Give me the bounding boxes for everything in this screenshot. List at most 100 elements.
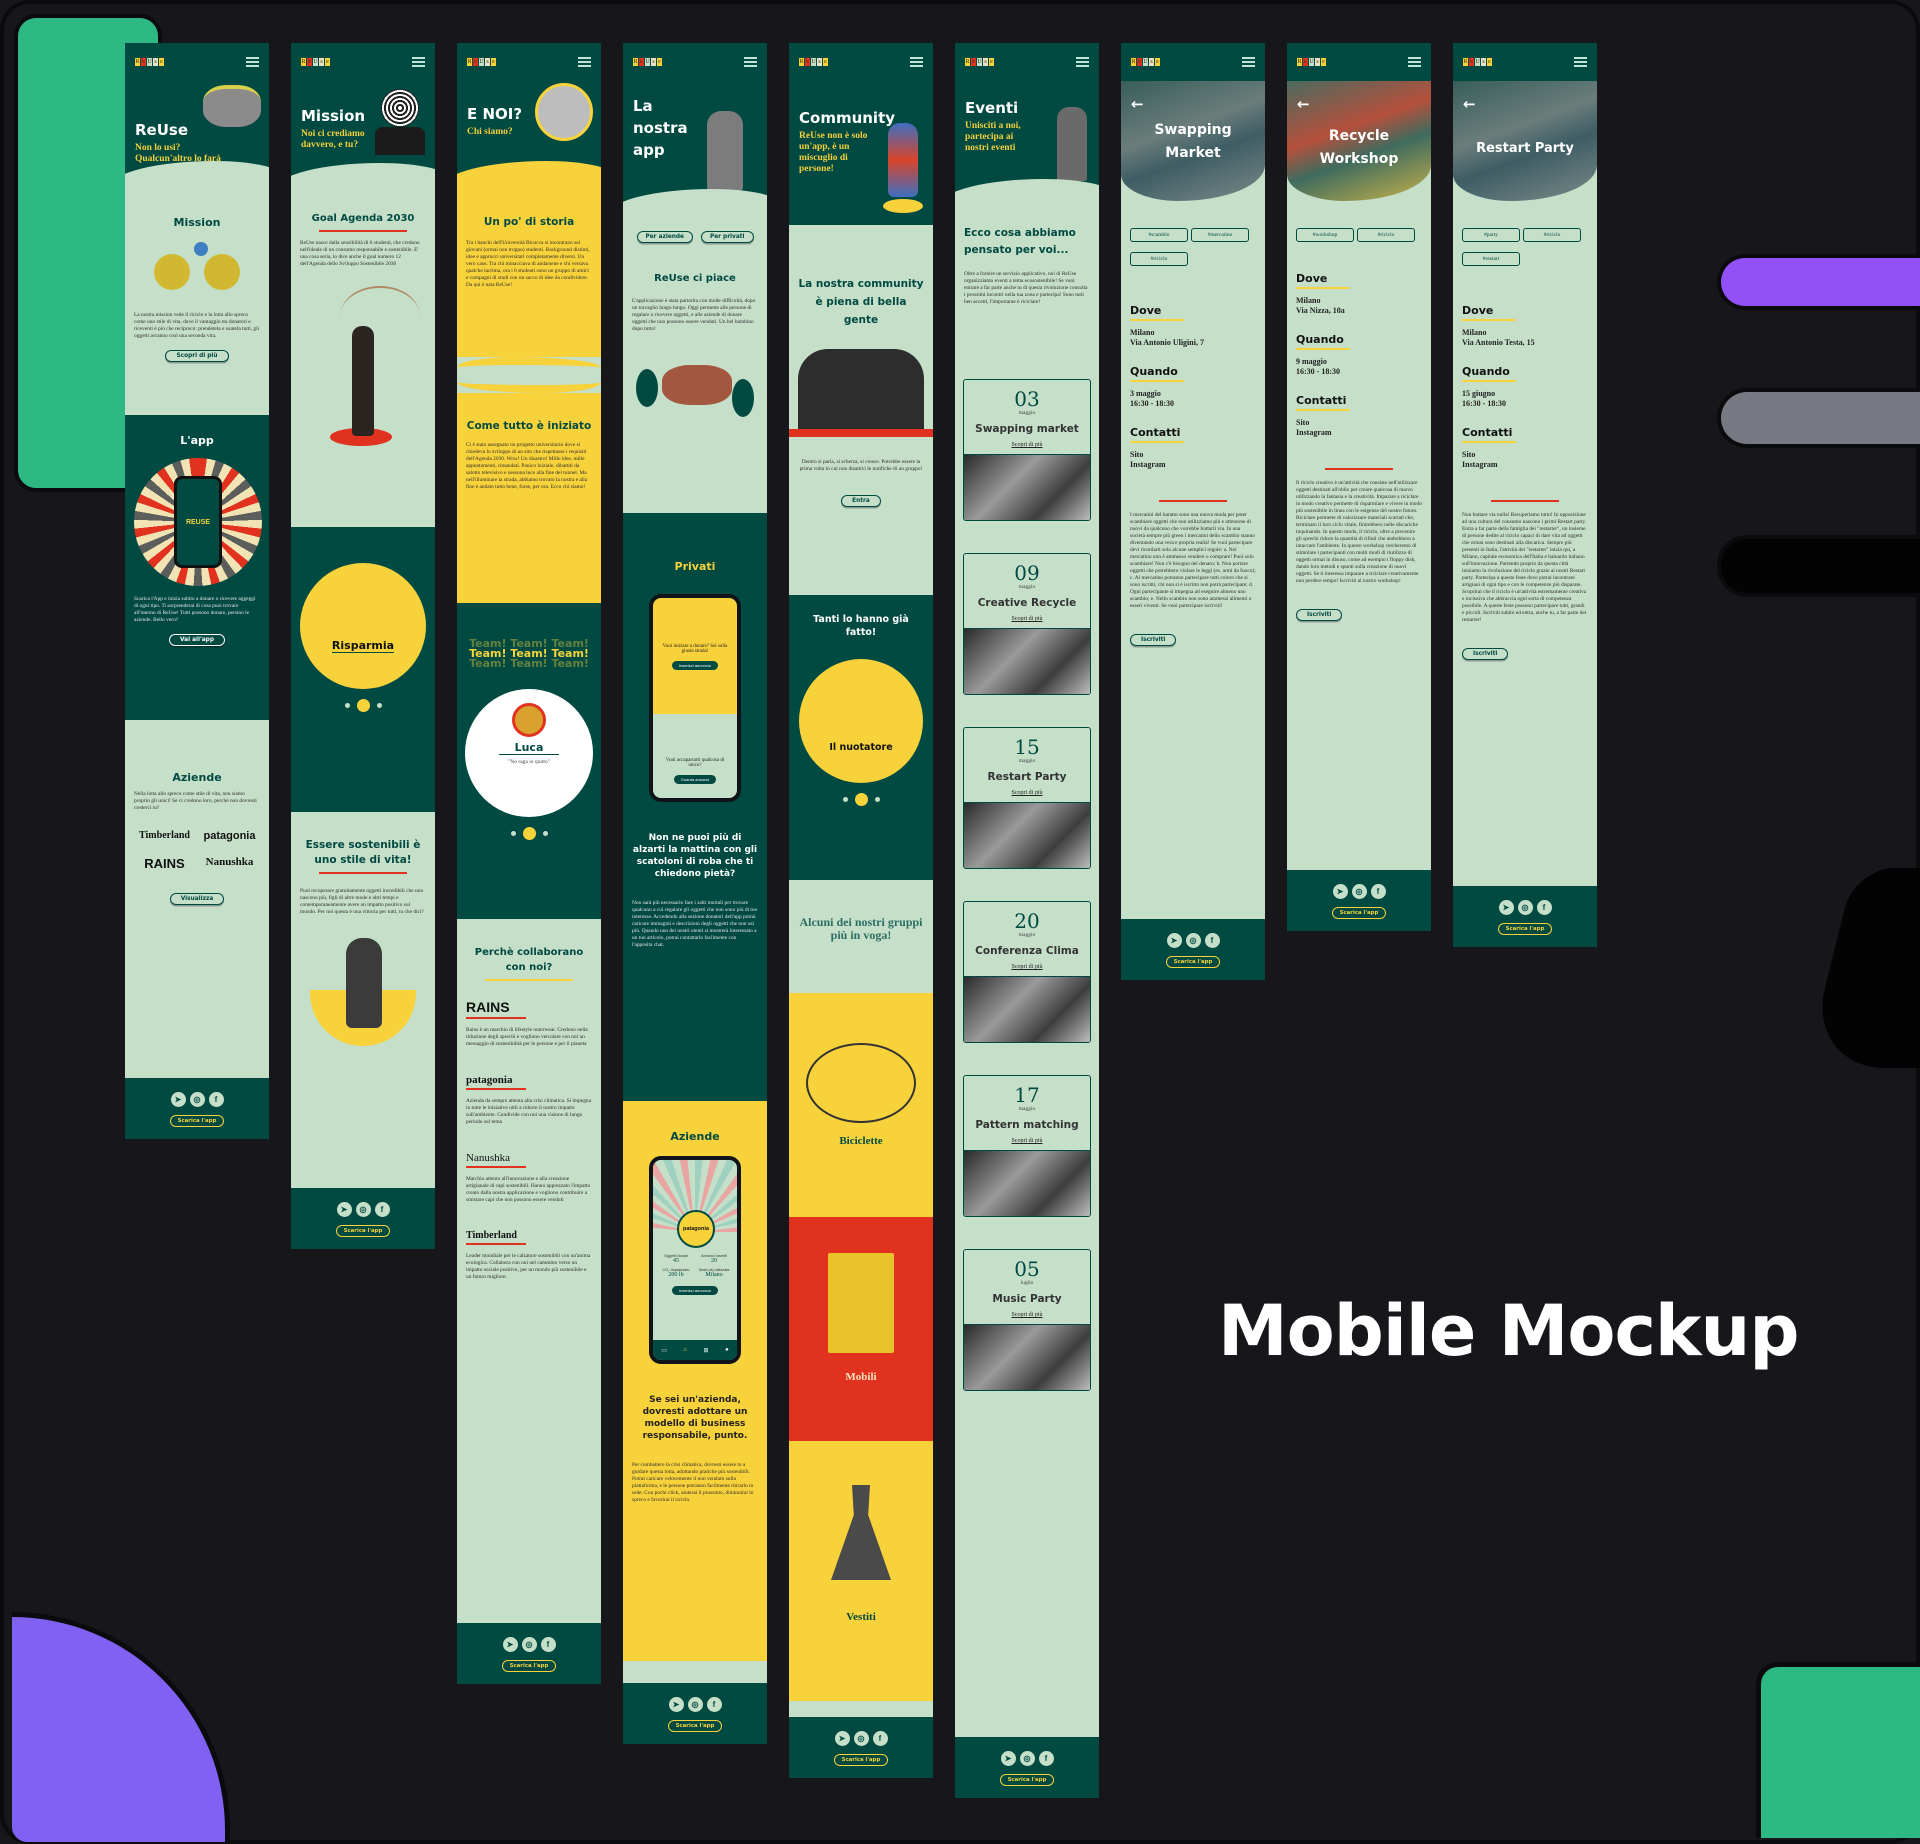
event-more-link[interactable]: Scopri di più (964, 1138, 1090, 1144)
instagram-icon[interactable]: ◎ (1019, 1751, 1035, 1766)
menu-icon[interactable] (1408, 57, 1421, 67)
event-card[interactable]: 20 maggio Conferenza Clima Scopri di più (963, 901, 1091, 1043)
tag[interactable]: #scambio (1130, 228, 1188, 242)
facebook-icon[interactable]: f (706, 1697, 722, 1712)
instagram-icon[interactable]: ◎ (355, 1202, 371, 1217)
carousel-card[interactable]: Il nuotatore (799, 659, 923, 783)
telegram-icon[interactable]: ➤ (1332, 884, 1348, 899)
reuse-logo[interactable]: ReUse (1131, 58, 1160, 66)
menu-icon[interactable] (578, 57, 591, 67)
profile-icon[interactable]: ● (725, 1347, 729, 1353)
menu-icon[interactable] (1242, 57, 1255, 67)
reuse-logo[interactable]: ReUse (301, 58, 330, 66)
event-more-link[interactable]: Scopri di più (964, 1312, 1090, 1318)
tab-companies[interactable]: Per aziende (636, 231, 693, 243)
tag[interactable]: #workshop (1296, 228, 1354, 242)
facebook-icon[interactable]: f (872, 1731, 888, 1746)
event-more-link[interactable]: Scopri di più (964, 790, 1090, 796)
download-app-button[interactable]: Scarica l'app (1165, 956, 1221, 968)
tag[interactable]: #riciclo (1130, 252, 1188, 266)
download-app-button[interactable]: Scarica l'app (1497, 923, 1553, 935)
download-app-button[interactable]: Scarica l'app (999, 1774, 1055, 1786)
event-card[interactable]: 03 maggio Swapping market Scopri di più (963, 379, 1091, 521)
event-card[interactable]: 17 maggio Pattern matching Scopri di più (963, 1075, 1091, 1217)
instagram-icon[interactable]: ◎ (1185, 933, 1201, 948)
reuse-logo[interactable]: ReUse (799, 58, 828, 66)
messages-icon[interactable]: ▭ (661, 1347, 667, 1354)
telegram-icon[interactable]: ➤ (834, 1731, 850, 1746)
facebook-icon[interactable]: f (1038, 1751, 1054, 1766)
back-arrow-icon[interactable]: ← (1463, 93, 1476, 116)
facebook-icon[interactable]: f (1204, 933, 1220, 948)
go-to-app-button[interactable]: Vai all'app (169, 634, 225, 646)
menu-icon[interactable] (1574, 57, 1587, 67)
telegram-icon[interactable]: ➤ (668, 1697, 684, 1712)
event-more-link[interactable]: Scopri di più (964, 964, 1090, 970)
telegram-icon[interactable]: ➤ (1166, 933, 1182, 948)
reuse-logo[interactable]: ReUse (633, 58, 662, 66)
enter-button[interactable]: Entra (841, 495, 881, 507)
post-ad-button[interactable]: Inserisci annuncio (671, 661, 719, 670)
tag[interactable]: #riciclo (1357, 228, 1415, 242)
group-card[interactable]: Biciclette (789, 993, 933, 1217)
tag[interactable]: #party (1462, 228, 1520, 242)
facebook-icon[interactable]: f (1370, 884, 1386, 899)
instagram-icon[interactable]: ◎ (853, 1731, 869, 1746)
carousel-card[interactable]: Risparmia (300, 563, 426, 689)
carousel-dot[interactable] (842, 797, 848, 802)
telegram-icon[interactable]: ➤ (502, 1637, 518, 1652)
instagram-icon[interactable]: ◎ (1517, 900, 1533, 915)
carousel-dot[interactable] (874, 797, 880, 802)
event-more-link[interactable]: Scopri di più (964, 616, 1090, 622)
reuse-logo[interactable]: ReUse (1463, 58, 1492, 66)
event-card[interactable]: 05 luglio Music Party Scopri di più (963, 1249, 1091, 1391)
instagram-icon[interactable]: ◎ (1351, 884, 1367, 899)
group-card[interactable]: Mobili (789, 1217, 933, 1441)
reuse-logo[interactable]: ReUse (965, 58, 994, 66)
carousel-dot-active[interactable] (522, 827, 536, 840)
back-arrow-icon[interactable]: ← (1131, 93, 1144, 116)
tag[interactable]: #mercatino (1191, 228, 1249, 242)
facebook-icon[interactable]: f (208, 1092, 224, 1107)
menu-icon[interactable] (910, 57, 923, 67)
member-card[interactable]: Luca "No raga io quitto" (465, 689, 593, 817)
download-app-button[interactable]: Scarica l'app (169, 1115, 225, 1127)
back-arrow-icon[interactable]: ← (1297, 93, 1310, 116)
download-app-button[interactable]: Scarica l'app (833, 1754, 889, 1766)
discover-more-button[interactable]: Scopri di più (165, 350, 229, 362)
carousel-dot[interactable] (510, 831, 516, 836)
download-app-button[interactable]: Scarica l'app (335, 1225, 391, 1237)
facebook-icon[interactable]: f (540, 1637, 556, 1652)
instagram-icon[interactable]: ◎ (687, 1697, 703, 1712)
facebook-icon[interactable]: f (1536, 900, 1552, 915)
carousel-dot[interactable] (376, 703, 382, 708)
telegram-icon[interactable]: ➤ (1498, 900, 1514, 915)
signup-button[interactable]: Iscriviti (1130, 634, 1177, 646)
event-card[interactable]: 09 maggio Creative Recycle Scopri di più (963, 553, 1091, 695)
post-ad-button[interactable]: Inserisci annuncio (671, 1286, 719, 1295)
menu-icon[interactable] (246, 57, 259, 67)
carousel-dot[interactable] (344, 703, 350, 708)
carousel-dot-active[interactable] (356, 699, 370, 712)
home-icon[interactable]: ⌂ (683, 1347, 687, 1353)
facebook-icon[interactable]: f (374, 1202, 390, 1217)
reuse-logo[interactable]: ReUse (467, 58, 496, 66)
carousel-dot-active[interactable] (854, 793, 868, 806)
instagram-icon[interactable]: ◎ (189, 1092, 205, 1107)
menu-icon[interactable] (744, 57, 757, 67)
reuse-logo[interactable]: ReUse (135, 58, 164, 66)
download-app-button[interactable]: Scarica l'app (501, 1660, 557, 1672)
view-button[interactable]: Visualizza (169, 893, 225, 905)
group-card[interactable]: Vestiti (789, 1441, 933, 1701)
signup-button[interactable]: Iscriviti (1462, 648, 1509, 660)
reuse-logo[interactable]: ReUse (1297, 58, 1326, 66)
signup-button[interactable]: Iscriviti (1296, 609, 1343, 621)
menu-icon[interactable] (1076, 57, 1089, 67)
instagram-icon[interactable]: ◎ (521, 1637, 537, 1652)
tab-private[interactable]: Per privati (700, 231, 754, 243)
event-card[interactable]: 15 maggio Restart Party Scopri di più (963, 727, 1091, 869)
download-app-button[interactable]: Scarica l'app (1331, 907, 1387, 919)
telegram-icon[interactable]: ➤ (1000, 1751, 1016, 1766)
telegram-icon[interactable]: ➤ (336, 1202, 352, 1217)
menu-icon[interactable] (412, 57, 425, 67)
